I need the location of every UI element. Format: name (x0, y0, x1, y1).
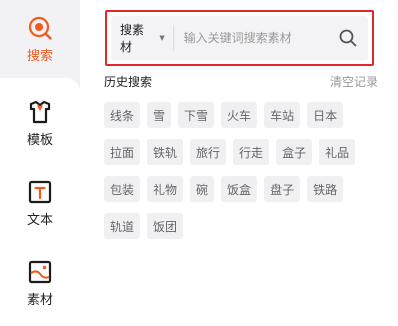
nav-item-templates[interactable]: 模板 (0, 84, 80, 162)
history-tag[interactable]: 拉面 (104, 139, 141, 165)
nav-item-label: 素材 (26, 292, 53, 308)
image-icon (28, 260, 52, 283)
search-panel: 搜素材 ▼ 历史搜索 清空记录 线条 雪 下雪 火车 车站 日本 拉面 铁轨 旅… (80, 0, 398, 326)
history-tag[interactable]: 下雪 (178, 102, 215, 128)
search-scope-label: 搜素材 (120, 23, 145, 54)
nav-item-assets[interactable]: 素材 (0, 244, 80, 322)
history-tag[interactable]: 饭团 (147, 213, 184, 239)
magnifier-icon (339, 29, 357, 47)
history-tag[interactable]: 雪 (147, 102, 172, 128)
history-tag[interactable]: 盒子 (276, 139, 313, 165)
history-tag[interactable]: 日本 (307, 102, 344, 128)
history-tag[interactable]: 旅行 (190, 139, 227, 165)
side-nav: 搜索 模板 文本 素材 (0, 0, 80, 326)
history-tag[interactable]: 车站 (264, 102, 301, 128)
history-title: 历史搜索 (104, 74, 153, 89)
history-tag[interactable]: 铁路 (307, 176, 344, 202)
history-tag[interactable]: 饭盒 (221, 176, 258, 202)
history-header: 历史搜索 清空记录 (104, 72, 378, 90)
clear-history-button[interactable]: 清空记录 (330, 73, 378, 90)
nav-item-label: 模板 (26, 132, 53, 148)
caret-down-icon: ▼ (159, 34, 165, 42)
history-tag[interactable]: 铁轨 (147, 139, 184, 165)
history-tag[interactable]: 行走 (233, 139, 270, 165)
search-bar: 搜素材 ▼ (111, 16, 368, 60)
history-tag[interactable]: 轨道 (104, 213, 141, 239)
search-highlight-frame: 搜素材 ▼ (105, 10, 374, 66)
nav-item-label: 搜索 (26, 48, 53, 64)
search-icon (28, 16, 52, 40)
search-button[interactable] (334, 23, 362, 53)
search-scope-dropdown[interactable]: 搜素材 ▼ (111, 16, 165, 60)
history-tag-list: 线条 雪 下雪 火车 车站 日本 拉面 铁轨 旅行 行走 盒子 礼品 包装 礼物… (104, 102, 384, 239)
history-tag[interactable]: 火车 (221, 102, 258, 128)
text-icon (28, 180, 52, 203)
history-tag[interactable]: 线条 (104, 102, 141, 128)
search-input[interactable] (173, 16, 334, 60)
history-tag[interactable]: 礼物 (147, 176, 184, 202)
history-tag[interactable]: 盘子 (264, 176, 301, 202)
nav-item-text[interactable]: 文本 (0, 164, 80, 242)
shirt-icon (29, 100, 51, 123)
history-tag[interactable]: 碗 (190, 176, 215, 202)
history-tag[interactable]: 礼品 (319, 139, 356, 165)
nav-item-label: 文本 (26, 212, 53, 228)
history-tag[interactable]: 包装 (104, 176, 141, 202)
nav-item-search[interactable]: 搜索 (0, 0, 80, 78)
